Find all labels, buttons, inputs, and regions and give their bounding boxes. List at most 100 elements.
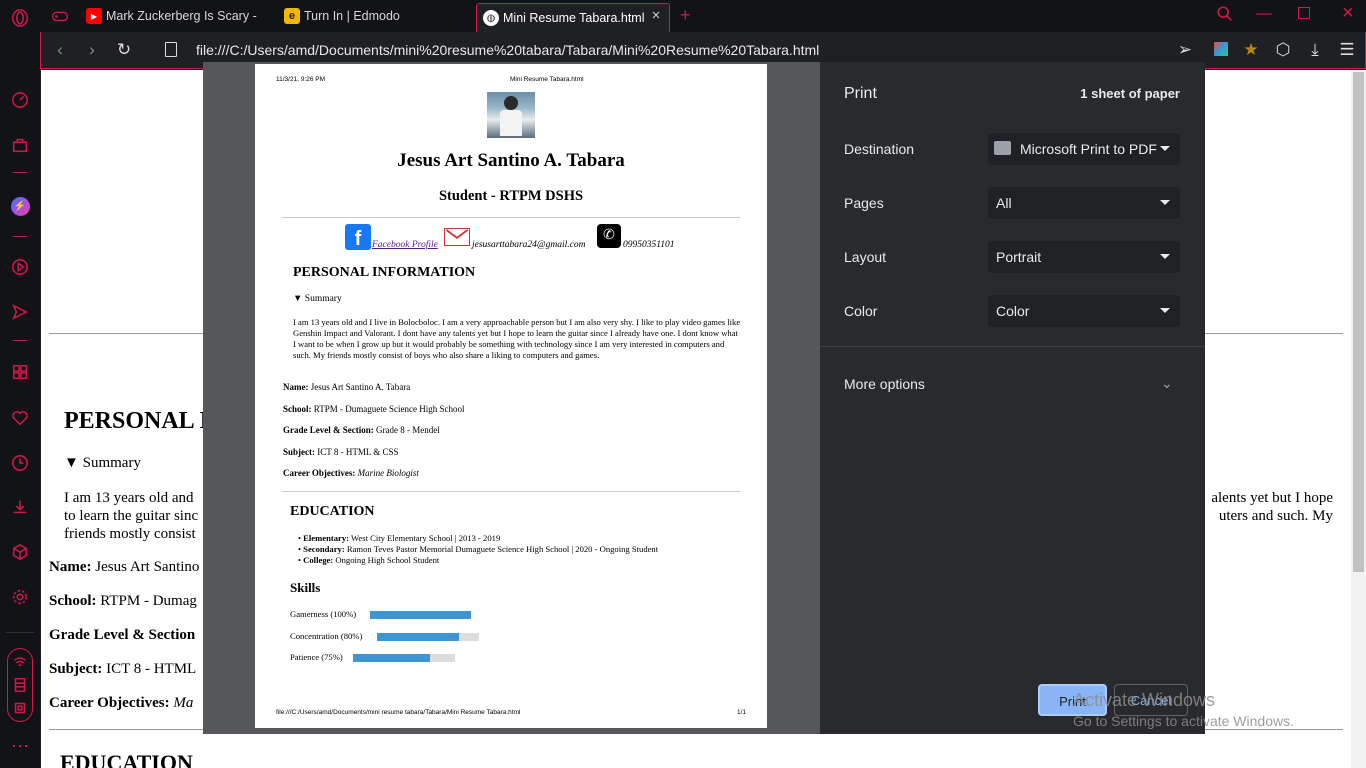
search-icon[interactable] (1216, 5, 1234, 28)
windows-activation-watermark: Activate Windows Go to Settings to activ… (1073, 690, 1294, 729)
printer-icon (994, 141, 1011, 155)
reload-icon[interactable]: ↻ (115, 41, 133, 59)
profile-photo (487, 92, 535, 138)
downloads-icon[interactable] (10, 497, 30, 517)
player-icon[interactable] (10, 257, 30, 277)
skill-bar-fill (353, 654, 430, 662)
easy-setup-icon[interactable]: ☰ (1338, 41, 1356, 59)
skill-label: Concentration (80%) (290, 631, 363, 641)
section-heading: EDUCATION (60, 750, 193, 768)
skill-label: Gamerness (100%) (290, 609, 357, 619)
resume-name: Jesus Art Santino A. Tabara (397, 150, 625, 171)
field-label: Subject: (49, 661, 103, 677)
skill-bar (370, 611, 471, 619)
education-item: • Elementary: West City Elementary Schoo… (298, 533, 501, 543)
chevron-down-icon (1160, 146, 1170, 151)
summary-text-left: I am 13 years old and to learn the guita… (64, 489, 198, 543)
field-label: School: (49, 593, 97, 609)
text-line: uters and such. My (1218, 508, 1333, 524)
tab-edmodo[interactable]: e Turn In | Edmodo × (278, 3, 493, 29)
messenger-icon[interactable]: ⚡ (10, 196, 30, 216)
facebook-icon: f (345, 224, 371, 250)
memory-icon[interactable] (10, 675, 30, 695)
phone-text: 09950351101 (623, 240, 675, 250)
tab-title: Mini Resume Tabara.html (503, 11, 645, 25)
cube-icon[interactable]: ⬡ (1274, 41, 1292, 59)
sheet-footer-path: file:///C:/Users/amd/Documents/mini resu… (276, 709, 521, 716)
print-preview-sheet: 11/3/21, 9:26 PM Mini Resume Tabara.html… (255, 64, 767, 728)
opera-logo-icon[interactable] (10, 8, 30, 28)
chevron-down-icon (1160, 254, 1170, 259)
wifi-icon[interactable] (10, 652, 30, 672)
history-icon[interactable] (10, 453, 30, 473)
color-select[interactable]: Color (988, 295, 1180, 327)
more-options-toggle[interactable]: More options (844, 376, 925, 392)
layout-label: Layout (844, 249, 887, 265)
field-value: Marine Biologist (357, 468, 419, 478)
cpu-icon[interactable] (10, 698, 30, 718)
skill-bar (353, 654, 455, 662)
field-school: School: RTPM - Dumag (49, 593, 197, 610)
minimize-icon[interactable]: — (1256, 5, 1272, 23)
email-icon (444, 228, 470, 246)
shopping-bag-icon[interactable] (10, 135, 30, 155)
color-label: Color (844, 303, 878, 319)
close-window-icon[interactable]: × (1342, 2, 1354, 25)
field-value: Jesus Art Santino (95, 559, 200, 575)
field-label: Name: (283, 382, 309, 392)
heart-icon[interactable] (10, 408, 30, 428)
send-icon[interactable] (10, 302, 30, 322)
summary-text-right: alents yet but I hope uters and such. My (1207, 489, 1333, 525)
download-icon[interactable]: ⤓ (1306, 41, 1324, 59)
chevron-down-icon[interactable]: ⌄ (1161, 375, 1173, 392)
facebook-link[interactable]: Facebook Profile (372, 240, 438, 250)
gamepad-icon[interactable] (50, 6, 70, 26)
extensions-cube-icon[interactable] (10, 542, 30, 562)
new-tab-button[interactable]: + (680, 5, 691, 26)
chevron-down-icon (1160, 200, 1170, 205)
tab-mini-resume[interactable]: ◍ Mini Resume Tabara.html × (476, 3, 670, 32)
forward-icon[interactable]: › (83, 41, 101, 59)
destination-value: Microsoft Print to PDF (1020, 141, 1157, 157)
bookmark-star-icon[interactable]: ★ (1242, 41, 1260, 59)
sheet-header-title: Mini Resume Tabara.html (510, 76, 584, 83)
phone-icon: ✆ (597, 224, 621, 248)
pages-select[interactable]: All (988, 187, 1180, 219)
summary-label: Summary (304, 294, 342, 304)
field-label: Name: (49, 559, 92, 575)
skill-bar (377, 633, 479, 641)
share-icon[interactable]: ➢ (1176, 41, 1194, 59)
destination-select[interactable]: Microsoft Print to PDF (988, 133, 1180, 165)
field-name: Name: Jesus Art Santino A. Tabara (283, 382, 410, 392)
field-value: RTPM - Dumag (100, 593, 197, 609)
globe-icon: ◍ (483, 10, 499, 26)
back-icon[interactable]: ‹ (51, 41, 69, 59)
summary-toggle[interactable]: ▼ Summary (64, 455, 141, 472)
email-text: jesusarttabara24@gmail.com (472, 240, 586, 250)
summary-toggle[interactable]: ▼ Summary (293, 294, 342, 304)
scrollbar-thumb[interactable] (1353, 72, 1364, 572)
workspaces-icon[interactable] (10, 362, 30, 382)
education-item: • Secondary: Ramon Teves Pastor Memorial… (298, 544, 659, 554)
tab-youtube[interactable]: ▶ Mark Zuckerberg Is Scary - × (80, 3, 301, 29)
url-field[interactable]: file:///C:/Users/amd/Documents/mini%20re… (196, 42, 819, 58)
speed-dial-icon[interactable] (10, 90, 30, 110)
divider (282, 217, 740, 218)
field-school: School: RTPM - Dumaguete Science High Sc… (283, 404, 464, 414)
extension-icon[interactable] (1214, 42, 1228, 56)
field-career: Career Objectives: Marine Biologist (283, 468, 419, 478)
field-label: Subject: (283, 447, 315, 457)
divider (282, 491, 740, 492)
personal-heading: PERSONAL INFORMATION (293, 265, 476, 280)
layout-select[interactable]: Portrait (988, 241, 1180, 273)
sheet-footer-page: 1/1 (737, 709, 747, 716)
pages-value: All (996, 195, 1012, 211)
sheet-header-date: 11/3/21, 9:26 PM (276, 76, 326, 83)
field-name: Name: Jesus Art Santino (49, 559, 199, 576)
more-icon[interactable]: ⋯ (10, 736, 30, 756)
close-tab-icon[interactable]: × (649, 8, 663, 23)
text-line: to learn the guitar sinc (64, 508, 199, 524)
settings-gear-icon[interactable] (10, 587, 30, 607)
resume-role: Student - RTPM DSHS (438, 188, 584, 204)
restore-icon[interactable] (1298, 7, 1310, 19)
